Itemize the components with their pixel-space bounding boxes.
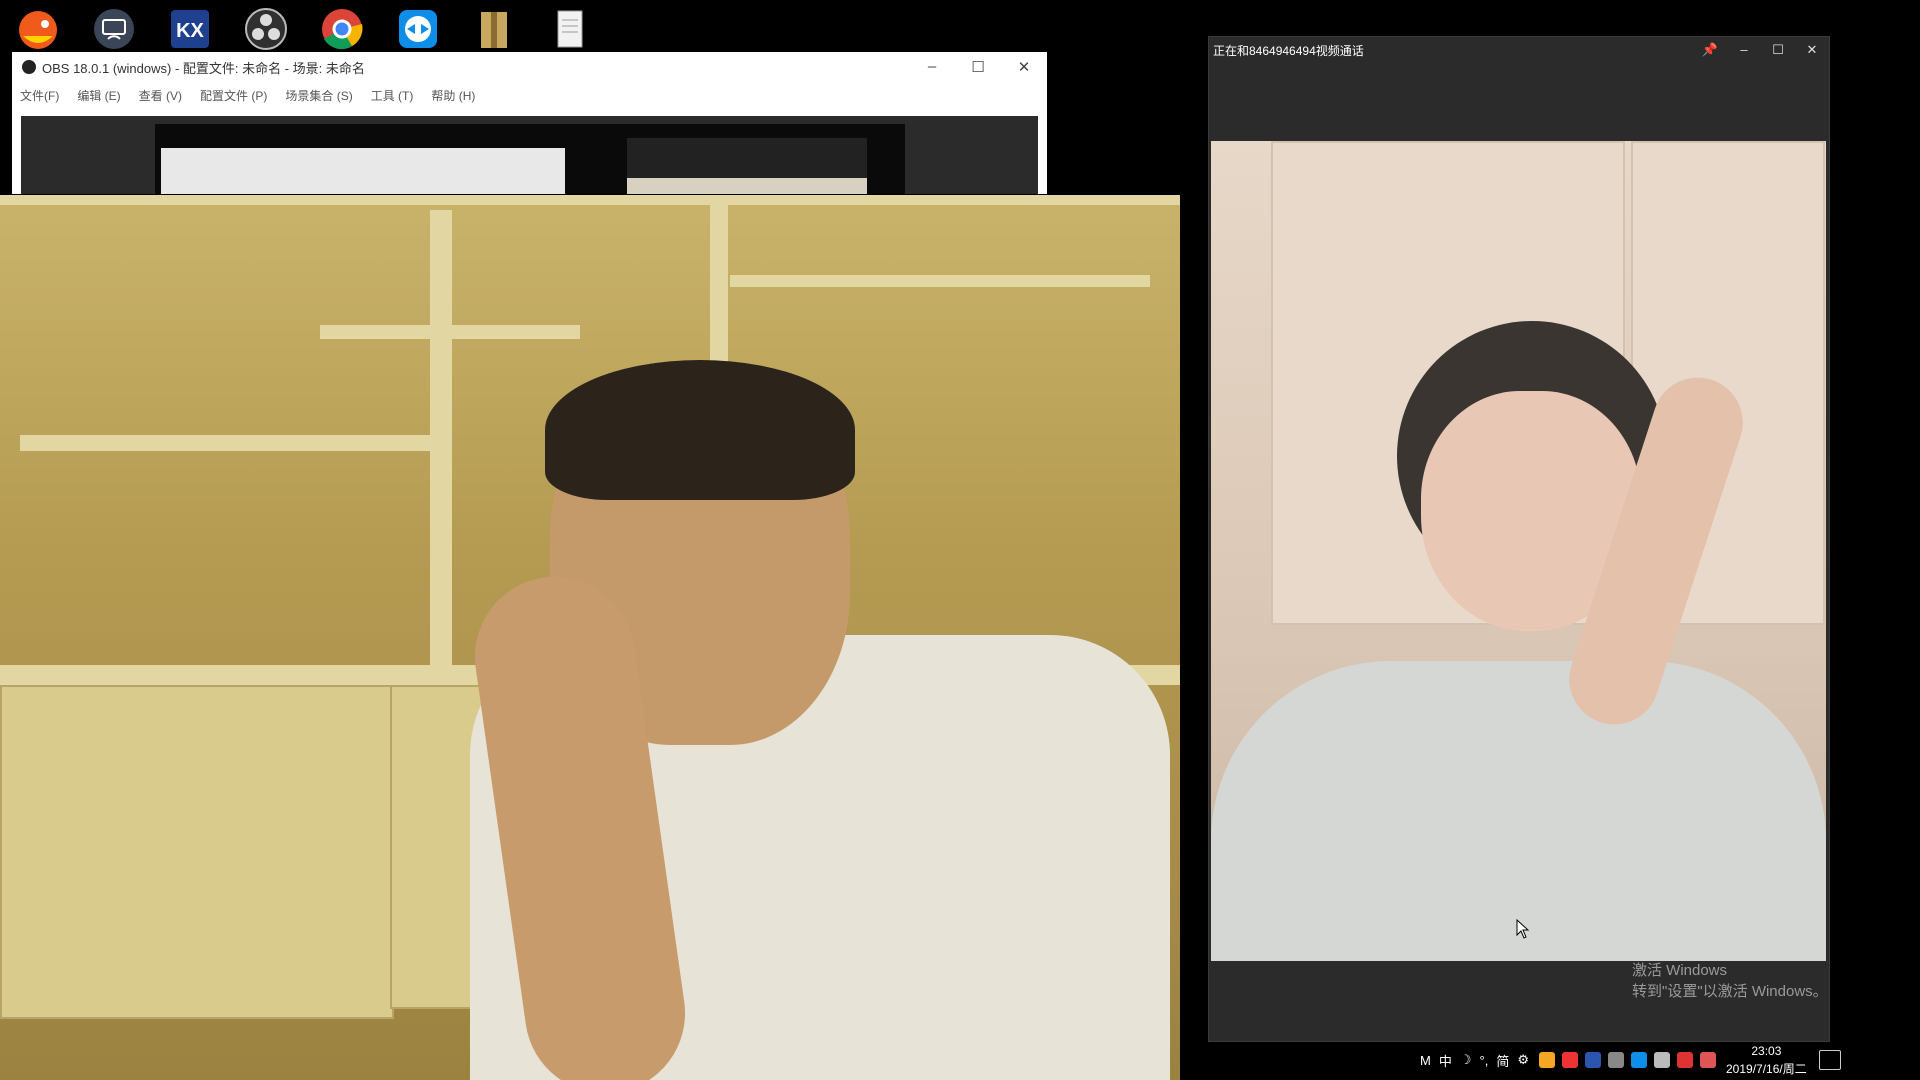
game-app-icon[interactable] xyxy=(0,0,76,58)
text-document-icon[interactable] xyxy=(532,0,608,58)
teamviewer-icon[interactable] xyxy=(380,0,456,58)
menu-view[interactable]: 查看 (V) xyxy=(139,87,182,104)
call-title: 正在和8464946494视频通话 xyxy=(1213,43,1364,58)
menu-scene-collection[interactable]: 场景集合 (S) xyxy=(285,87,352,104)
call-minimize-button[interactable]: – xyxy=(1727,42,1761,58)
obs-preview-canvas[interactable] xyxy=(21,116,1038,194)
network-icon[interactable] xyxy=(1608,1052,1624,1068)
ime-toolbar: M 中 ☽ °, 简 ⚙ xyxy=(1420,1051,1529,1070)
ime-chinese-toggle[interactable]: 中 xyxy=(1439,1051,1452,1070)
ime-settings-icon[interactable]: ⚙ xyxy=(1517,1052,1529,1068)
tray-app-icon[interactable] xyxy=(1539,1052,1555,1068)
pin-icon[interactable]: 📌 xyxy=(1693,42,1727,58)
tray-qq-icon[interactable] xyxy=(1677,1052,1693,1068)
call-title-bar[interactable]: 正在和8464946494视频通话 📌 – ☐ ✕ xyxy=(1209,37,1829,63)
menu-tools[interactable]: 工具 (T) xyxy=(371,87,414,104)
kx-app-icon[interactable]: KX xyxy=(152,0,228,58)
folder-archive-icon[interactable] xyxy=(456,0,532,58)
obs-icon[interactable] xyxy=(228,0,304,58)
mouse-cursor-icon xyxy=(1516,919,1530,939)
chrome-icon[interactable] xyxy=(304,0,380,58)
minimize-button[interactable]: – xyxy=(909,58,955,76)
video-call-window: 正在和8464946494视频通话 📌 – ☐ ✕ xyxy=(1208,36,1830,1042)
ime-mode-icon[interactable]: M xyxy=(1420,1053,1431,1068)
windows-activation-watermark: 激活 Windows 转到"设置"以激活 Windows。 xyxy=(1632,960,1828,1002)
maximize-button[interactable]: ☐ xyxy=(955,58,1001,76)
menu-help[interactable]: 帮助 (H) xyxy=(431,87,475,104)
watermark-line-2: 转到"设置"以激活 Windows。 xyxy=(1632,983,1828,1000)
call-maximize-button[interactable]: ☐ xyxy=(1761,42,1795,58)
person-hair xyxy=(545,360,855,500)
wireless-display-icon[interactable] xyxy=(76,0,152,58)
tray-qq-icon-2[interactable] xyxy=(1700,1052,1716,1068)
preview-screen-capture xyxy=(155,124,905,194)
menu-file[interactable]: 文件(F) xyxy=(20,87,59,104)
desktop-icon-row: KX xyxy=(0,0,608,58)
close-button[interactable]: ✕ xyxy=(1001,58,1047,76)
obs-title: OBS 18.0.1 (windows) - 配置文件: 未命名 - 场景: 未… xyxy=(42,60,365,76)
notification-center-icon[interactable] xyxy=(1818,1050,1841,1070)
obs-window: OBS 18.0.1 (windows) - 配置文件: 未命名 - 场景: 未… xyxy=(12,52,1047,194)
tray-kx-icon[interactable] xyxy=(1585,1052,1601,1068)
volume-icon[interactable] xyxy=(1654,1052,1670,1068)
remote-video-feed xyxy=(1211,141,1826,961)
system-tray: M 中 ☽ °, 简 ⚙ 23:03 2019/7/16/周二 xyxy=(1420,1040,1920,1080)
preview-nested-window xyxy=(161,148,565,194)
obs-menu-bar: 文件(F) 编辑 (E) 查看 (V) 配置文件 (P) 场景集合 (S) 工具… xyxy=(12,82,1047,108)
clock-time: 23:03 xyxy=(1751,1044,1782,1058)
menu-profile[interactable]: 配置文件 (P) xyxy=(200,87,267,104)
tray-icons xyxy=(1539,1052,1716,1068)
ime-moon-icon[interactable]: ☽ xyxy=(1460,1052,1472,1068)
clock-date: 2019/7/16/周二 xyxy=(1726,1062,1807,1076)
svg-text:KX: KX xyxy=(176,20,204,42)
taskbar-clock[interactable]: 23:03 2019/7/16/周二 xyxy=(1726,1042,1807,1078)
preview-nested-call-window xyxy=(627,138,867,194)
tray-chrome-icon[interactable] xyxy=(1562,1052,1578,1068)
ime-simplified-toggle[interactable]: 简 xyxy=(1496,1051,1509,1070)
menu-edit[interactable]: 编辑 (E) xyxy=(77,87,120,104)
remote-person-body xyxy=(1211,661,1826,961)
ime-punctuation-toggle[interactable]: °, xyxy=(1480,1053,1489,1068)
tray-teamviewer-icon[interactable] xyxy=(1631,1052,1647,1068)
obs-logo-icon xyxy=(22,60,36,74)
watermark-line-1: 激活 Windows xyxy=(1632,962,1728,979)
webcam-feed xyxy=(0,195,1180,1080)
call-close-button[interactable]: ✕ xyxy=(1795,42,1829,58)
obs-title-bar[interactable]: OBS 18.0.1 (windows) - 配置文件: 未命名 - 场景: 未… xyxy=(12,52,1047,82)
